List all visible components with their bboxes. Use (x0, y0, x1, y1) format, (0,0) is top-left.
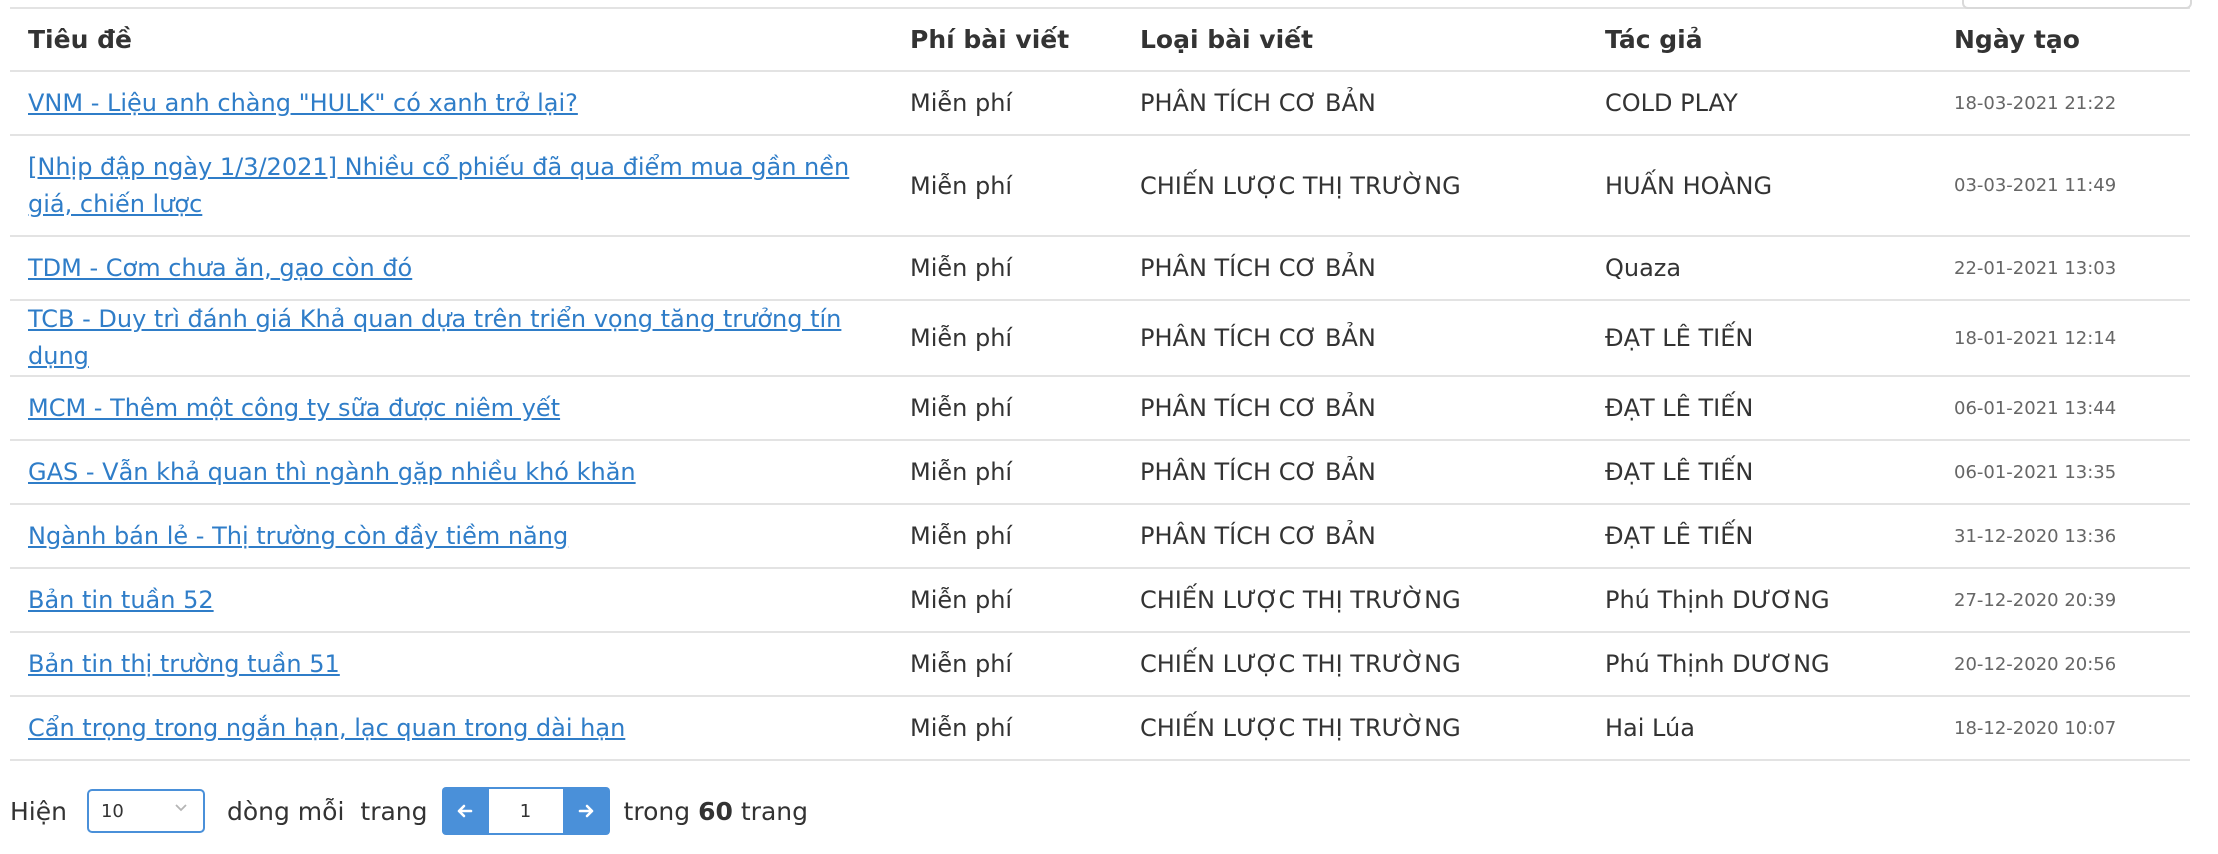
title-cell: MCM - Thêm một công ty sữa được niêm yết (10, 376, 892, 441)
date-cell: 22-01-2021 13:03 (1936, 236, 2190, 301)
table-row: TDM - Cơm chưa ăn, gạo còn đó Miễn phí P… (10, 236, 2190, 301)
type-cell: CHIẾN LƯỢC THỊ TRƯỜNG (1122, 632, 1587, 697)
title-cell: TDM - Cơm chưa ăn, gạo còn đó (10, 236, 892, 301)
header-author[interactable]: Tác giả (1587, 8, 1936, 72)
fee-cell: Miễn phí (892, 71, 1122, 136)
prev-page-button[interactable] (441, 787, 489, 835)
author-cell: Hai Lúa (1587, 696, 1936, 761)
title-cell: Bản tin thị trường tuần 51 (10, 632, 892, 697)
chevron-down-icon (173, 799, 189, 820)
next-page-button[interactable] (562, 787, 610, 835)
type-cell: PHÂN TÍCH CƠ BẢN (1122, 236, 1587, 301)
show-label: Hiện (10, 796, 67, 826)
title-cell: TCB - Duy trì đánh giá Khả quan dựa trên… (10, 300, 892, 377)
author-cell: ĐẠT LÊ TIẾN (1587, 376, 1936, 441)
fee-cell: Miễn phí (892, 300, 1122, 377)
type-cell: CHIẾN LƯỢC THỊ TRƯỜNG (1122, 568, 1587, 633)
fee-cell: Miễn phí (892, 568, 1122, 633)
arrow-right-icon (576, 801, 596, 821)
post-title-link[interactable]: GAS - Vẫn khả quan thì ngành gặp nhiều k… (28, 458, 636, 486)
fee-cell: Miễn phí (892, 135, 1122, 237)
table-row: MCM - Thêm một công ty sữa được niêm yết… (10, 376, 2190, 441)
type-cell: PHÂN TÍCH CƠ BẢN (1122, 71, 1587, 136)
type-cell: CHIẾN LƯỢC THỊ TRƯỜNG (1122, 696, 1587, 761)
type-cell: PHÂN TÍCH CƠ BẢN (1122, 376, 1587, 441)
fee-cell: Miễn phí (892, 440, 1122, 505)
title-cell: Cẩn trọng trong ngắn hạn, lạc quan trong… (10, 696, 892, 761)
title-cell: VNM - Liệu anh chàng "HULK" có xanh trở … (10, 71, 892, 136)
post-title-link[interactable]: Bản tin thị trường tuần 51 (28, 650, 340, 678)
author-cell: HUẤN HOÀNG (1587, 135, 1936, 237)
table-header-row: Tiêu đề Phí bài viết Loại bài viết Tác g… (10, 8, 2190, 72)
table-row: GAS - Vẫn khả quan thì ngành gặp nhiều k… (10, 440, 2190, 505)
author-cell: Quaza (1587, 236, 1936, 301)
type-cell: PHÂN TÍCH CƠ BẢN (1122, 440, 1587, 505)
header-type[interactable]: Loại bài viết (1122, 8, 1587, 72)
fee-cell: Miễn phí (892, 696, 1122, 761)
date-cell: 18-03-2021 21:22 (1936, 71, 2190, 136)
of-label: trong (623, 796, 691, 826)
table-row: Cẩn trọng trong ngắn hạn, lạc quan trong… (10, 696, 2190, 761)
page-size-value: 10 (100, 800, 124, 822)
post-title-link[interactable]: VNM - Liệu anh chàng "HULK" có xanh trở … (28, 89, 578, 117)
table-row: Ngành bán lẻ - Thị trường còn đầy tiềm n… (10, 504, 2190, 569)
header-fee[interactable]: Phí bài viết (892, 8, 1122, 72)
type-cell: PHÂN TÍCH CƠ BẢN (1122, 504, 1587, 569)
pagination-bar: Hiện 10 dòng mỗi trang trong 60 trang (10, 787, 808, 835)
post-title-link[interactable]: Cẩn trọng trong ngắn hạn, lạc quan trong… (28, 714, 625, 742)
header-title[interactable]: Tiêu đề (10, 8, 892, 72)
date-cell: 31-12-2020 13:36 (1936, 504, 2190, 569)
posts-table: Tiêu đề Phí bài viết Loại bài viết Tác g… (10, 8, 2190, 761)
fee-cell: Miễn phí (892, 376, 1122, 441)
table-row: [Nhịp đập ngày 1/3/2021] Nhiều cổ phiếu … (10, 135, 2190, 237)
post-title-link[interactable]: [Nhịp đập ngày 1/3/2021] Nhiều cổ phiếu … (28, 153, 849, 218)
post-title-link[interactable]: MCM - Thêm một công ty sữa được niêm yết (28, 394, 560, 422)
title-cell: GAS - Vẫn khả quan thì ngành gặp nhiều k… (10, 440, 892, 505)
author-cell: COLD PLAY (1587, 71, 1936, 136)
post-title-link[interactable]: TCB - Duy trì đánh giá Khả quan dựa trên… (28, 305, 841, 370)
fee-cell: Miễn phí (892, 236, 1122, 301)
type-cell: PHÂN TÍCH CƠ BẢN (1122, 300, 1587, 377)
table-row: TCB - Duy trì đánh giá Khả quan dựa trên… (10, 300, 2190, 377)
author-cell: Phú Thịnh DƯƠNG (1587, 632, 1936, 697)
title-cell: Ngành bán lẻ - Thị trường còn đầy tiềm n… (10, 504, 892, 569)
title-cell: Bản tin tuần 52 (10, 568, 892, 633)
table-row: VNM - Liệu anh chàng "HULK" có xanh trở … (10, 71, 2190, 136)
page-label: trang (360, 796, 428, 826)
author-cell: ĐẠT LÊ TIẾN (1587, 300, 1936, 377)
title-cell: [Nhịp đập ngày 1/3/2021] Nhiều cổ phiếu … (10, 135, 892, 237)
date-cell: 06-01-2021 13:44 (1936, 376, 2190, 441)
page-number-input[interactable] (488, 787, 563, 835)
author-cell: ĐẠT LÊ TIẾN (1587, 504, 1936, 569)
post-title-link[interactable]: Ngành bán lẻ - Thị trường còn đầy tiềm n… (28, 522, 568, 550)
arrow-left-icon (455, 801, 475, 821)
table-row: Bản tin thị trường tuần 51 Miễn phí CHIẾ… (10, 632, 2190, 697)
type-cell: CHIẾN LƯỢC THỊ TRƯỜNG (1122, 135, 1587, 237)
total-pages: 60 (698, 796, 733, 826)
date-cell: 03-03-2021 11:49 (1936, 135, 2190, 237)
fee-cell: Miễn phí (892, 632, 1122, 697)
post-title-link[interactable]: TDM - Cơm chưa ăn, gạo còn đó (28, 254, 412, 282)
page-size-select[interactable]: 10 (86, 789, 205, 833)
date-cell: 06-01-2021 13:35 (1936, 440, 2190, 505)
post-title-link[interactable]: Bản tin tuần 52 (28, 586, 214, 614)
date-cell: 20-12-2020 20:56 (1936, 632, 2190, 697)
date-cell: 18-01-2021 12:14 (1936, 300, 2190, 377)
per-page-label: dòng mỗi (226, 796, 345, 826)
author-cell: Phú Thịnh DƯƠNG (1587, 568, 1936, 633)
fee-cell: Miễn phí (892, 504, 1122, 569)
date-cell: 27-12-2020 20:39 (1936, 568, 2190, 633)
pages-label: trang (740, 796, 808, 826)
header-date[interactable]: Ngày tạo (1936, 8, 2190, 72)
author-cell: ĐẠT LÊ TIẾN (1587, 440, 1936, 505)
table-row: Bản tin tuần 52 Miễn phí CHIẾN LƯỢC THỊ … (10, 568, 2190, 633)
date-cell: 18-12-2020 10:07 (1936, 696, 2190, 761)
